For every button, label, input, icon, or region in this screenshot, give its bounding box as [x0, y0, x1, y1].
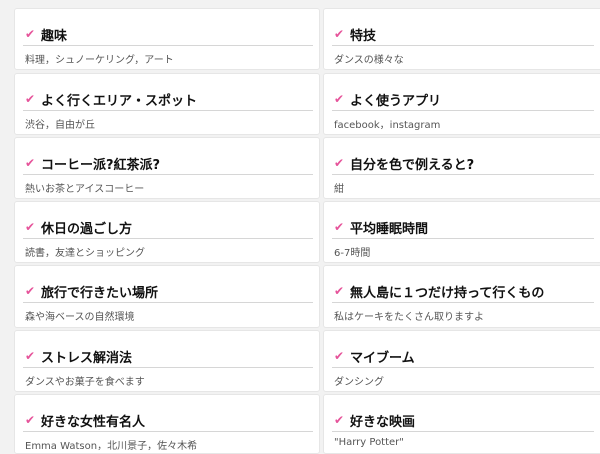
card-title: よく行くエリア・スポット [41, 93, 198, 109]
profile-grid: ✔ 趣味 料理，シュノーケリング，アート ✔ 特技 ダンスの様々な ✔ よく行く… [0, 0, 600, 454]
card-value: 森や海ベースの自然環境 [25, 312, 135, 323]
profile-card: ✔ 旅行で行きたい場所 森や海ベースの自然環境 [14, 265, 320, 328]
card-title: 趣味 [41, 28, 68, 44]
card-value: facebook，instagram [334, 120, 441, 131]
card-value: 読書，友達とショッピング [25, 248, 145, 259]
card-header: ✔ 特技 [332, 23, 594, 46]
profile-card: ✔ よく使うアプリ facebook，instagram [323, 73, 600, 135]
profile-card: ✔ マイブーム ダンシング [323, 330, 600, 392]
check-icon: ✔ [334, 349, 345, 363]
card-header: ✔ 趣味 [23, 23, 313, 46]
check-icon: ✔ [25, 156, 36, 170]
profile-card: ✔ 特技 ダンスの様々な [323, 8, 600, 70]
check-icon: ✔ [334, 92, 345, 106]
card-value: "Harry Potter" [334, 437, 404, 448]
card-title: マイブーム [350, 350, 415, 366]
check-icon: ✔ [334, 156, 345, 170]
check-icon: ✔ [334, 413, 345, 427]
card-title: 平均睡眠時間 [350, 221, 429, 237]
card-value: 料理，シュノーケリング，アート [25, 55, 174, 66]
profile-card: ✔ 平均睡眠時間 6-7時間 [323, 201, 600, 263]
card-value: 私はケーキをたくさん取りますよ [334, 312, 484, 323]
check-icon: ✔ [25, 92, 36, 106]
card-header: ✔ 平均睡眠時間 [332, 216, 594, 239]
check-icon: ✔ [25, 220, 36, 234]
card-header: ✔ マイブーム [332, 345, 594, 368]
card-header: ✔ ストレス解消法 [23, 345, 313, 368]
profile-card: ✔ 休日の過ごし方 読書，友達とショッピング [14, 201, 320, 263]
check-icon: ✔ [25, 349, 36, 363]
card-title: 休日の過ごし方 [41, 221, 133, 237]
card-header: ✔ 休日の過ごし方 [23, 216, 313, 239]
check-icon: ✔ [25, 413, 36, 427]
check-icon: ✔ [25, 27, 36, 41]
check-icon: ✔ [25, 284, 36, 298]
check-icon: ✔ [334, 220, 345, 234]
profile-card: ✔ ストレス解消法 ダンスやお菓子を食べます [14, 330, 320, 392]
check-icon: ✔ [334, 284, 345, 298]
profile-card: ✔ 趣味 料理，シュノーケリング，アート [14, 8, 320, 70]
card-value: 熱いお茶とアイスコーヒー [25, 184, 145, 195]
card-title: ストレス解消法 [41, 350, 133, 366]
card-title: コーヒー派?紅茶派? [41, 157, 161, 173]
card-title: 好きな女性有名人 [41, 414, 146, 430]
card-header: ✔ コーヒー派?紅茶派? [23, 152, 313, 175]
card-value: 紺 [334, 184, 344, 195]
card-value: ダンシング [334, 377, 384, 388]
check-icon: ✔ [334, 27, 345, 41]
card-title: よく使うアプリ [350, 93, 442, 109]
profile-card: ✔ 無人島に１つだけ持って行くもの 私はケーキをたくさん取りますよ [323, 265, 600, 328]
card-header: ✔ 無人島に１つだけ持って行くもの [332, 280, 594, 303]
card-header: ✔ 好きな女性有名人 [23, 409, 313, 432]
card-title: 旅行で行きたい場所 [41, 285, 159, 301]
card-title: 無人島に１つだけ持って行くもの [350, 285, 545, 301]
card-header: ✔ 旅行で行きたい場所 [23, 280, 313, 303]
card-value: 渋谷，自由が丘 [25, 120, 95, 131]
card-header: ✔ 自分を色で例えると? [332, 152, 594, 175]
card-header: ✔ よく行くエリア・スポット [23, 88, 313, 111]
card-title: 好きな映画 [350, 414, 416, 430]
profile-card: ✔ 自分を色で例えると? 紺 [323, 137, 600, 199]
card-value: 6-7時間 [334, 248, 371, 259]
profile-card: ✔ 好きな映画 "Harry Potter" [323, 394, 600, 454]
card-header: ✔ よく使うアプリ [332, 88, 594, 111]
card-value: Emma Watson，北川景子，佐々木希 [25, 441, 198, 452]
card-value: ダンスの様々な [334, 55, 404, 66]
card-header: ✔ 好きな映画 [332, 409, 594, 432]
profile-card: ✔ コーヒー派?紅茶派? 熱いお茶とアイスコーヒー [14, 137, 320, 199]
card-title: 自分を色で例えると? [350, 157, 475, 173]
profile-card: ✔ 好きな女性有名人 Emma Watson，北川景子，佐々木希 [14, 394, 320, 454]
card-value: ダンスやお菓子を食べます [25, 377, 145, 388]
profile-card: ✔ よく行くエリア・スポット 渋谷，自由が丘 [14, 73, 320, 135]
card-title: 特技 [350, 28, 377, 44]
